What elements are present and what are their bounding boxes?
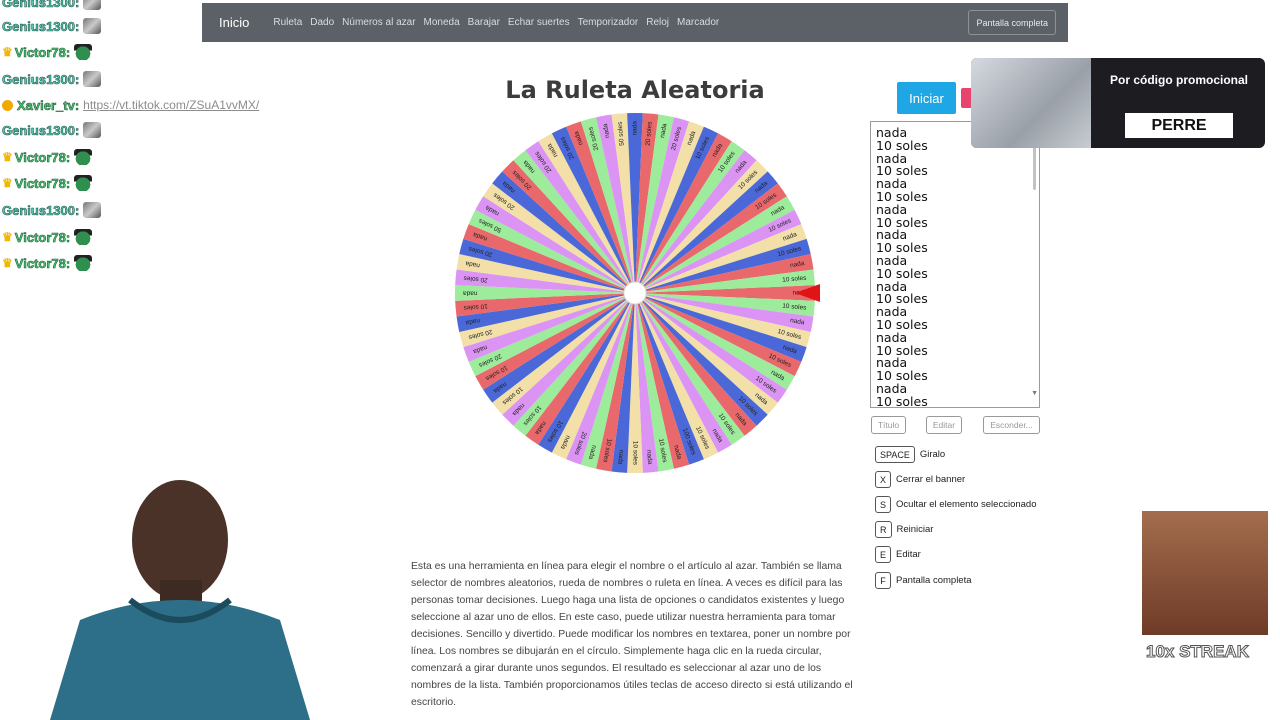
shortcut-key: E (875, 546, 892, 563)
bird-emote-icon (83, 18, 102, 34)
entries-textarea[interactable]: nada 10 soles nada 10 soles nada 10 soles nada… (870, 121, 1040, 408)
chat-username: Victor78: (14, 149, 71, 165)
shortcut-row: E Editar (875, 546, 921, 563)
frog-emote-icon (74, 44, 93, 60)
wheel-label: nada (616, 450, 624, 465)
wheel-label: nada (632, 121, 639, 136)
entries-list: nada 10 soles nada 10 soles nada 10 soles nada… (871, 122, 1039, 408)
streak-text: 10x STREAK (1146, 642, 1250, 662)
nav-link-barajar[interactable]: Barajar (468, 17, 500, 28)
streamer-overlay-image (50, 480, 310, 720)
frog-emote-icon (74, 175, 93, 191)
info-badge-icon (2, 99, 13, 111)
shortcut-row: F Pantalla completa (875, 572, 972, 589)
nav-link-numeros[interactable]: Números al azar (342, 17, 415, 28)
scrollbar-thumb[interactable] (1033, 146, 1036, 190)
chat-message: ♛ Victor78: (2, 227, 93, 247)
crown-icon: ♛ (2, 230, 13, 244)
description-text: Esta es una herramienta en línea para el… (411, 561, 853, 708)
chat-username: Genius1300: (2, 122, 80, 138)
shortcut-label: Giralo (919, 449, 946, 460)
shortcut-key: S (875, 496, 892, 513)
chat-message: Genius1300: (2, 69, 102, 89)
nav-link-ruleta[interactable]: Ruleta (273, 17, 302, 28)
bird-emote-icon (83, 0, 102, 10)
top-navbar: Inicio Ruleta Dado Números al azar Moned… (202, 3, 1068, 42)
chat-username: Victor78: (14, 229, 71, 245)
chat-message: Xavier_tv: https://vt.tiktok.com/ZSuA1vvM… (2, 95, 259, 115)
crown-icon: ♛ (2, 176, 13, 190)
chat-message: ♛ Victor78: (2, 173, 93, 193)
fullscreen-button[interactable]: Pantalla completa (968, 10, 1056, 35)
chat-username: Genius1300: (2, 71, 80, 87)
frog-emote-icon (74, 255, 93, 271)
reaction-overlay-image (1142, 511, 1268, 635)
chat-message: Genius1300: (2, 16, 102, 36)
chat-username: Victor78: (14, 175, 71, 191)
entry-line: 10 soles (876, 393, 928, 408)
shortcut-label: Ocultar el elemento seleccionado (896, 499, 1037, 510)
chat-message: ♛ Victor78: (2, 42, 93, 62)
roulette-wheel[interactable]: nada10 solesnada10 solesnada10 solesnada… (450, 108, 820, 478)
nav-link-echar-suertes[interactable]: Echar suertes (508, 17, 570, 28)
shortcut-row: SPACE Giralo (875, 446, 945, 463)
wheel-label: 10 soles (631, 441, 638, 466)
chat-username: Victor78: (14, 44, 71, 60)
chat-message: Genius1300: (2, 0, 102, 12)
shortcut-label: Pantalla completa (896, 575, 972, 586)
shortcut-label: Editar (896, 549, 921, 560)
shortcut-key: F (875, 572, 891, 589)
shortcut-label: Cerrar el banner (896, 474, 966, 485)
wheel-hub (623, 281, 647, 305)
edit-button[interactable]: Editar (926, 416, 962, 434)
chat-username: Victor78: (14, 255, 71, 271)
nav-link-moneda[interactable]: Moneda (424, 17, 460, 28)
chat-username: Genius1300: (2, 202, 80, 218)
chat-username: Xavier_tv: (17, 97, 80, 113)
chat-username: Genius1300: (2, 18, 80, 34)
nav-link-temporizador[interactable]: Temporizador (578, 17, 639, 28)
crown-icon: ♛ (2, 150, 13, 164)
crown-icon: ♛ (2, 256, 13, 270)
bird-emote-icon (83, 122, 102, 138)
chat-link[interactable]: https://vt.tiktok.com/ZSuA1vvMX/ (83, 98, 259, 112)
chat-message: Genius1300: (2, 200, 102, 220)
shortcut-key: X (875, 471, 892, 488)
frog-emote-icon (74, 229, 93, 245)
nav-brand-link[interactable]: Inicio (219, 15, 249, 30)
nav-link-dado[interactable]: Dado (310, 17, 334, 28)
promo-banner: Por código promocional PERRE (971, 58, 1265, 148)
nav-link-marcador[interactable]: Marcador (677, 17, 719, 28)
scroll-down-icon[interactable]: ▼ (1031, 390, 1038, 397)
wheel-label: nada (463, 289, 478, 296)
shortcut-row: X Cerrar el banner (875, 471, 965, 488)
shortcut-key: R (875, 521, 892, 538)
bird-emote-icon (83, 202, 102, 218)
crown-icon: ♛ (2, 45, 13, 59)
chat-username: Genius1300: (2, 0, 80, 10)
chat-message: ♛ Victor78: (2, 253, 93, 273)
wheel-label: nada (645, 450, 653, 465)
bird-emote-icon (83, 71, 102, 87)
shortcut-key: SPACE (875, 446, 915, 463)
chat-message: ♛ Victor78: (2, 147, 93, 167)
shortcut-row: S Ocultar el elemento seleccionado (875, 496, 1036, 513)
hide-button[interactable]: Esconder... (983, 416, 1040, 434)
page-title: La Ruleta Aleatoria (505, 76, 765, 104)
chat-message: Genius1300: (2, 120, 102, 140)
title-button[interactable]: Título (871, 416, 906, 434)
shortcut-label: Reiniciar (896, 524, 934, 535)
frog-emote-icon (74, 149, 93, 165)
start-button[interactable]: Iniciar (897, 82, 956, 114)
promo-text: Por código promocional (1109, 73, 1248, 87)
promo-image (971, 58, 1091, 148)
nav-link-reloj[interactable]: Reloj (646, 17, 669, 28)
promo-code: PERRE (1125, 113, 1233, 138)
shortcut-row: R Reiniciar (875, 521, 933, 538)
